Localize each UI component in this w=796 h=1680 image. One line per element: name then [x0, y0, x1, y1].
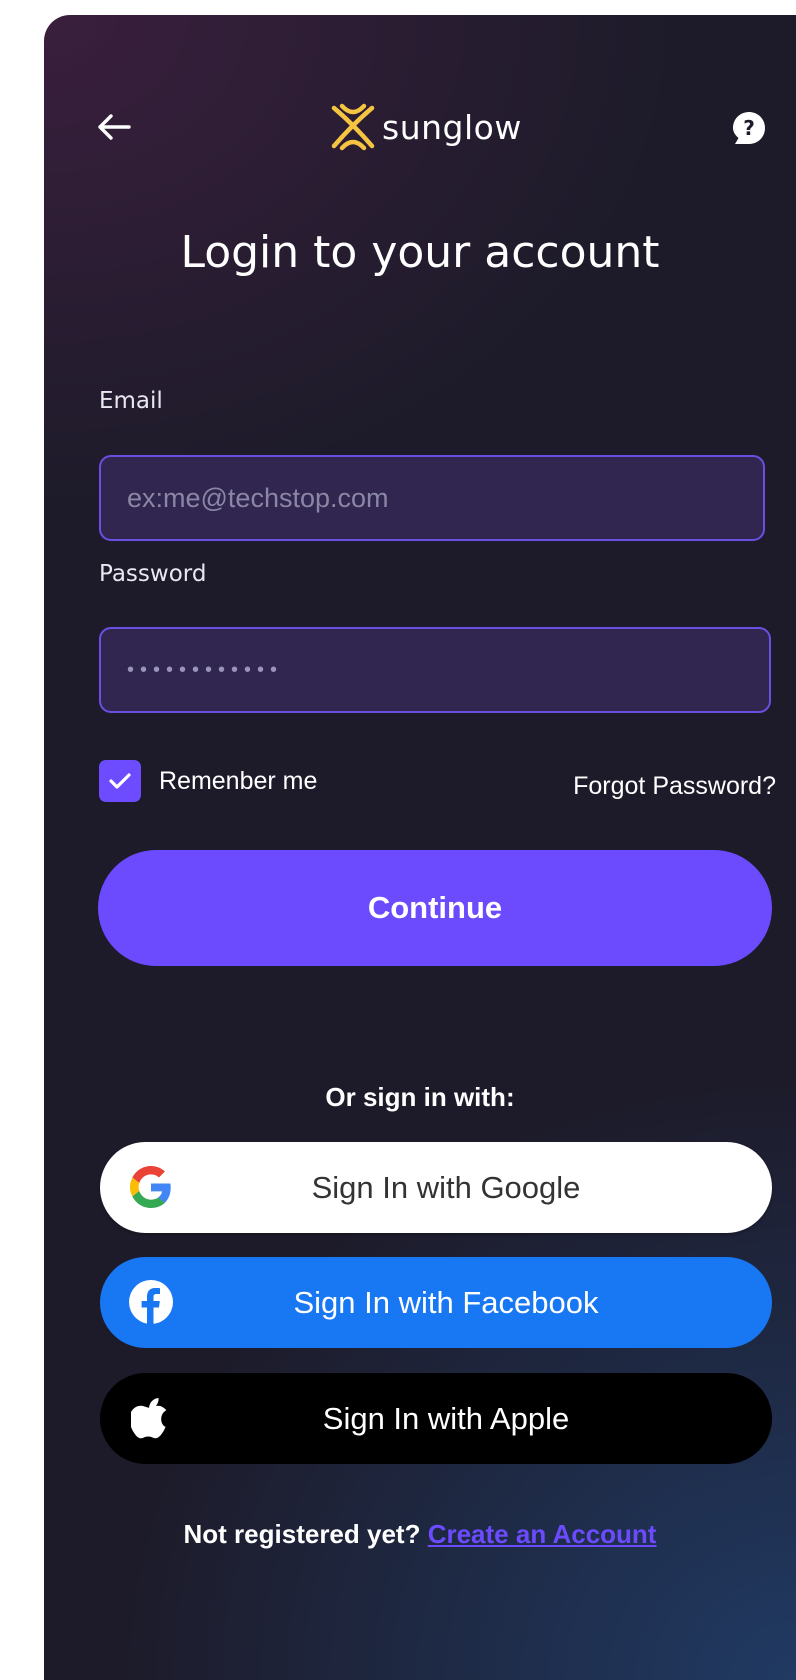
google-sign-in-button[interactable]: Sign In with Google: [100, 1142, 772, 1233]
apple-sign-in-label: Sign In with Apple: [322, 1400, 570, 1436]
help-chat-icon: ?: [733, 112, 765, 144]
help-button[interactable]: ?: [730, 109, 770, 149]
remember-me-label: Remenber me: [159, 766, 318, 795]
continue-button[interactable]: Continue: [98, 850, 772, 966]
login-screen: sunglow ? Login to your account Email Pa…: [44, 15, 796, 1680]
remember-me-checkbox[interactable]: Remenber me: [99, 760, 317, 802]
password-field[interactable]: [99, 627, 771, 713]
forgot-password-link[interactable]: Forgot Password?: [573, 772, 776, 801]
sunglow-logo-icon: [331, 103, 375, 151]
email-field[interactable]: [99, 455, 765, 541]
check-icon: [109, 773, 131, 789]
social-heading: Or sign in with:: [325, 1082, 515, 1112]
google-sign-in-label: Sign In with Google: [311, 1169, 581, 1205]
apple-icon: [128, 1395, 174, 1441]
create-account-link[interactable]: Create an Account: [428, 1519, 657, 1549]
svg-text:?: ?: [743, 116, 755, 140]
facebook-sign-in-label: Sign In with Facebook: [293, 1284, 599, 1320]
page-title: Login to your account: [180, 227, 660, 278]
apple-sign-in-button[interactable]: Sign In with Apple: [100, 1373, 772, 1464]
back-button[interactable]: [94, 107, 134, 147]
arrow-left-icon: [98, 114, 131, 140]
facebook-sign-in-button[interactable]: Sign In with Facebook: [100, 1257, 772, 1348]
checkbox-box[interactable]: [99, 760, 141, 802]
brand-name: sunglow: [382, 107, 522, 147]
signup-prompt: Not registered yet? Create an Account: [44, 1519, 796, 1550]
email-label: Email: [99, 388, 163, 414]
brand-logo: sunglow: [328, 103, 522, 151]
signup-prompt-text: Not registered yet?: [183, 1519, 421, 1549]
password-label: Password: [99, 561, 207, 587]
google-icon: [128, 1164, 174, 1210]
facebook-icon: [128, 1279, 174, 1325]
